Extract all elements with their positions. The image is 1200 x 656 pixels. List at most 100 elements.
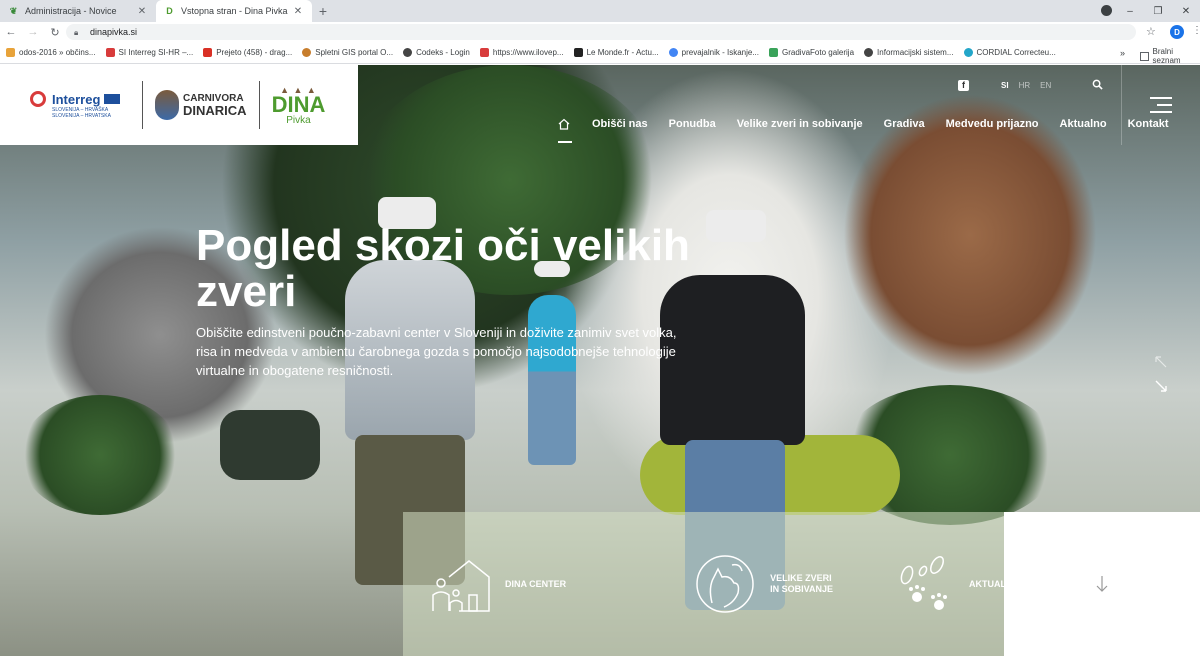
bookmark-favicon-icon: [769, 48, 778, 57]
website: Interreg SLOVENIJA – HRVAŠKA SLOVENIJA –…: [0, 65, 1200, 656]
site-header-logos: Interreg SLOVENIJA – HRVAŠKA SLOVENIJA –…: [0, 65, 358, 145]
feature-aktualno[interactable]: AKTUALNO: [893, 553, 1020, 615]
close-window-button[interactable]: ✕: [1172, 6, 1200, 17]
nav-velike-zveri[interactable]: Velike zveri in sobivanje: [737, 118, 863, 130]
tab-title: Vstopna stran - Dina Pivka: [181, 6, 288, 16]
bookmark-favicon-icon: [6, 48, 15, 57]
search-icon[interactable]: [1092, 79, 1103, 90]
bookmark-item[interactable]: prevajalnik - Iskanje...: [668, 48, 759, 57]
reload-icon[interactable]: ↻: [44, 26, 66, 39]
le-monde-icon: [573, 48, 583, 57]
hamburger-menu-icon[interactable]: [1150, 97, 1172, 113]
reading-list-button[interactable]: Bralni seznam: [1140, 47, 1200, 65]
interreg-mark-icon: [30, 91, 46, 107]
tab-title: Administracija - Novice: [25, 6, 117, 16]
feature-label: DINA CENTER: [505, 578, 567, 589]
house-family-icon: [432, 560, 490, 612]
feature-panel: DINA CENTER VELIKE ZVERI IN SOBIVANJE AK…: [403, 512, 1020, 656]
profile-avatar[interactable]: D: [1170, 25, 1184, 39]
lang-en[interactable]: EN: [1040, 81, 1051, 90]
feature-velike-zveri[interactable]: VELIKE ZVERI IN SOBIVANJE: [694, 553, 833, 615]
bookmark-item[interactable]: Spletni GIS portal O...: [302, 48, 393, 57]
bear-wolf-icon: [696, 555, 754, 613]
bookmark-favicon-icon: [302, 48, 312, 57]
bookmark-item[interactable]: Codeks - Login: [403, 48, 470, 57]
tab-search-icon[interactable]: [1101, 5, 1112, 16]
bookmark-item[interactable]: CORDIAL Correcteu...: [963, 48, 1056, 57]
browser-toolbar: ← → ↻ 🔒︎ dinapivka.si ☆ D ⋮: [0, 22, 1200, 42]
bookmark-item[interactable]: Informacijski sistem...: [864, 48, 954, 57]
cordial-icon: [963, 48, 973, 57]
nav-obisci-nas[interactable]: Obišči nas: [592, 118, 648, 130]
lock-icon[interactable]: 🔒︎: [74, 28, 82, 37]
hero-description: Obiščite edinstveni poučno-zabavni cente…: [196, 325, 677, 378]
bookmark-item[interactable]: Prejeto (458) - drag...: [203, 48, 292, 57]
logo-divider: [142, 81, 143, 129]
mountain-mark-icon: [155, 90, 179, 120]
gmail-icon: [203, 48, 213, 57]
bookmark-item[interactable]: SI Interreg SI-HR –...: [105, 48, 193, 57]
active-nav-indicator: [558, 141, 572, 143]
nav-gradiva[interactable]: Gradiva: [884, 118, 925, 130]
lang-hr[interactable]: HR: [1019, 81, 1031, 90]
lang-si[interactable]: SI: [1001, 81, 1009, 90]
globe-icon: [864, 48, 874, 57]
bookmark-star-icon[interactable]: ☆: [1146, 25, 1156, 38]
eu-flag-icon: [104, 94, 121, 104]
utility-bar: f SI HR EN: [958, 77, 1061, 93]
address-bar[interactable]: 🔒︎ dinapivka.si: [66, 24, 1136, 40]
nav-ponudba[interactable]: Ponudba: [669, 118, 716, 130]
interreg-logo[interactable]: Interreg SLOVENIJA – HRVAŠKA SLOVENIJA –…: [30, 83, 130, 127]
feature-label: VELIKE ZVERI IN SOBIVANJE: [770, 573, 834, 594]
dark-pouf: [220, 410, 320, 480]
home-icon[interactable]: [558, 118, 570, 130]
arrow-down-icon[interactable]: [1096, 575, 1108, 593]
tab-administracija[interactable]: ❦ Administracija - Novice ✕: [0, 0, 156, 22]
bookmarks-bar: odos-2016 » občins... SI Interreg SI-HR …: [0, 42, 1200, 65]
interreg-subtitle: SLOVENIJA – HRVATSKA: [52, 113, 111, 119]
nav-kontakt[interactable]: Kontakt: [1128, 118, 1169, 130]
new-tab-button[interactable]: +: [312, 0, 334, 22]
google-icon: [668, 48, 678, 57]
bookmark-item[interactable]: odos-2016 » občins...: [6, 48, 96, 57]
scroll-down-panel[interactable]: [1004, 512, 1200, 656]
main-navigation: Obišči nas Ponudba Velike zveri in sobiv…: [558, 115, 1190, 133]
minimize-button[interactable]: –: [1116, 6, 1144, 17]
nav-medvedu-prijazno[interactable]: Medvedu prijazno: [946, 118, 1039, 130]
carnivora-line2: DINARICA: [183, 103, 247, 118]
bookmark-item[interactable]: https://www.ilovep...: [479, 48, 564, 57]
dina-logo-sub: Pivka: [286, 114, 311, 126]
tab-strip: ❦ Administracija - Novice ✕ D Vstopna st…: [0, 0, 1200, 22]
restore-button[interactable]: ❐: [1144, 6, 1172, 17]
globe-icon: [403, 48, 413, 57]
header-separator: [1121, 65, 1122, 145]
fern-left: [20, 395, 180, 515]
reading-list-icon: [1140, 51, 1149, 61]
child-background: [528, 295, 576, 465]
hero-title: Pogled skozi oči velikih zveri: [196, 221, 690, 316]
nav-aktualno[interactable]: Aktualno: [1060, 118, 1107, 130]
bookmarks-overflow-icon[interactable]: »: [1120, 48, 1125, 58]
forward-arrow-icon[interactable]: →: [22, 26, 44, 38]
slider-arrows-icon[interactable]: [1154, 355, 1168, 395]
browser-menu-icon[interactable]: ⋮: [1192, 25, 1200, 36]
back-arrow-icon[interactable]: ←: [0, 26, 22, 38]
dragon-favicon-icon: ❦: [9, 5, 18, 16]
address-text: dinapivka.si: [90, 27, 138, 37]
dina-pivka-logo[interactable]: ▲ ▲ ▲ DINA Pivka: [272, 85, 326, 126]
browser-window: ❦ Administracija - Novice ✕ D Vstopna st…: [0, 0, 1200, 656]
logo-divider: [258, 81, 260, 129]
bookmark-item[interactable]: GradivaFoto galerija: [769, 48, 854, 57]
heart-icon: [479, 48, 489, 57]
bookmark-item[interactable]: Le Monde.fr - Actu...: [573, 48, 659, 57]
window-controls: – ❐ ✕: [1116, 0, 1200, 22]
close-tab-icon[interactable]: ✕: [136, 6, 148, 17]
interreg-title: Interreg: [52, 91, 101, 107]
tab-dina-pivka[interactable]: D Vstopna stran - Dina Pivka ✕: [156, 0, 312, 22]
dina-favicon-icon: D: [166, 6, 173, 16]
facebook-icon[interactable]: f: [958, 79, 969, 91]
carnivora-dinarica-logo[interactable]: CARNIVORA DINARICA: [155, 90, 247, 120]
feature-dina-center[interactable]: DINA CENTER: [429, 553, 566, 615]
footprints-icon: [900, 556, 948, 610]
close-tab-icon[interactable]: ✕: [292, 6, 304, 17]
